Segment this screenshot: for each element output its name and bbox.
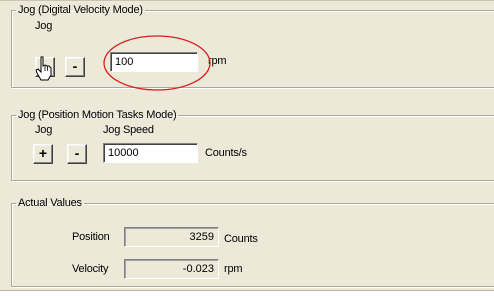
jog-velocity-input[interactable]: 100: [110, 52, 198, 72]
jog-velocity-jog-label: Jog: [35, 20, 53, 32]
jog-velocity-unit: rpm: [208, 55, 227, 67]
jog-position-plus-button[interactable]: +: [33, 144, 53, 164]
velocity-label: Velocity: [72, 263, 109, 275]
jog-speed-unit: Counts/s: [205, 147, 247, 159]
jog-position-minus-button[interactable]: -: [67, 144, 87, 164]
jog-speed-input[interactable]: 10000: [103, 143, 198, 163]
top-divider: [0, 0, 494, 1]
group-actual-values-legend: Actual Values: [18, 197, 82, 209]
group-jog-position-legend: Jog (Position Motion Tasks Mode): [18, 109, 177, 121]
jog-velocity-plus-button[interactable]: [35, 57, 55, 77]
position-unit: Counts: [224, 233, 258, 245]
jog-position-speed-label: Jog Speed: [103, 124, 154, 136]
group-jog-velocity-legend: Jog (Digital Velocity Mode): [18, 4, 143, 16]
jog-position-jog-label: Jog: [35, 124, 53, 136]
bottom-strip: [0, 291, 494, 296]
position-label: Position: [72, 231, 110, 243]
position-value: 3259: [124, 227, 219, 247]
jog-panel: Jog (Digital Velocity Mode) Jog - 100 rp…: [0, 0, 494, 296]
jog-velocity-minus-button[interactable]: -: [65, 57, 85, 77]
velocity-unit: rpm: [224, 263, 243, 275]
velocity-value: -0.023: [124, 259, 219, 279]
